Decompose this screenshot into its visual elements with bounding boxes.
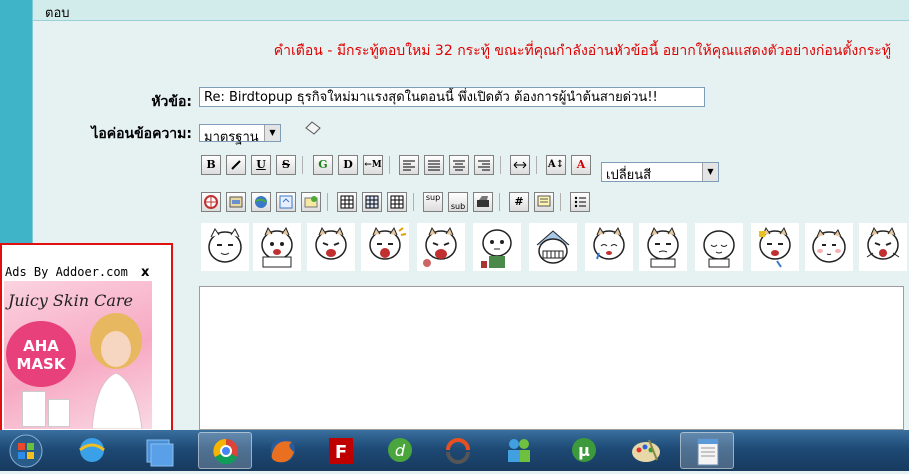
message-icon-select[interactable]: มาตรฐาน ▼ — [199, 124, 281, 145]
ad-product-jar — [48, 399, 70, 427]
smiley-icon[interactable] — [858, 222, 908, 272]
subscript-button[interactable]: sub — [448, 192, 468, 212]
svg-text:µ: µ — [578, 441, 590, 460]
smiley-icon[interactable] — [750, 222, 800, 272]
teletype-icon[interactable] — [473, 192, 493, 212]
svg-text:d: d — [395, 441, 406, 460]
smiley-icon[interactable] — [804, 222, 854, 272]
color-select-value: เปลี่ยนสี — [606, 168, 652, 183]
image-icon[interactable] — [226, 192, 246, 212]
windows-taskbar: F d µ — [0, 430, 909, 471]
align-center-icon[interactable] — [449, 155, 469, 175]
smiley-icon[interactable] — [528, 222, 578, 272]
quote-icon[interactable] — [534, 192, 554, 212]
code-button[interactable]: # — [509, 192, 529, 212]
align-justify-icon[interactable] — [424, 155, 444, 175]
new-replies-warning: คำเตือน - มีกระทู้ตอบใหม่ 32 กระทู้ ขณะท… — [273, 43, 891, 59]
svg-text:F: F — [335, 442, 347, 463]
hyperlink-icon[interactable] — [251, 192, 271, 212]
ad-banner-title: Juicy Skin Care — [8, 291, 133, 310]
ad-product-tube — [22, 391, 46, 427]
font-size-button[interactable]: A↕ — [546, 155, 566, 175]
flash-icon[interactable] — [201, 192, 221, 212]
strikethrough-button[interactable]: S — [276, 155, 296, 175]
internet-explorer-icon[interactable] — [65, 432, 119, 469]
italic-button[interactable] — [226, 155, 246, 175]
subject-label: หัวข้อ: — [151, 94, 192, 110]
ad-banner-product: AHA MASK — [16, 337, 66, 373]
windows-explorer-icon[interactable] — [131, 432, 185, 469]
ad-banner[interactable]: Juicy Skin Care AHA MASK — [4, 281, 152, 429]
filezilla-icon[interactable]: F — [314, 432, 368, 469]
align-left-icon[interactable] — [399, 155, 419, 175]
toolbar-separator — [413, 193, 414, 211]
firefox-icon[interactable] — [256, 432, 310, 469]
toolbar-separator — [536, 156, 537, 174]
smiley-icon[interactable] — [472, 222, 522, 272]
smiley-icon[interactable] — [306, 222, 356, 272]
table-column-icon[interactable] — [387, 192, 407, 212]
ad-close-button[interactable]: x — [141, 265, 149, 280]
smiley-icon[interactable] — [584, 222, 634, 272]
ad-popup[interactable]: Ads By Addoer.com x Juicy Skin Care AHA … — [0, 243, 173, 435]
ad-model-figure — [86, 311, 146, 429]
toolbar-separator — [327, 193, 328, 211]
align-right-icon[interactable] — [474, 155, 494, 175]
message-icon-label: ไอค่อนข้อความ: — [91, 126, 192, 142]
start-button-icon[interactable] — [8, 433, 44, 469]
toolbar-separator — [389, 156, 390, 174]
notepad-icon[interactable] — [680, 432, 734, 469]
toolbar-separator — [499, 193, 500, 211]
smiley-icon[interactable] — [252, 222, 302, 272]
smiley-icon[interactable] — [638, 222, 688, 272]
smiley-icon[interactable] — [416, 222, 466, 272]
toolbar-separator — [302, 156, 303, 174]
section-header: ตอบ — [33, 0, 909, 21]
underline-button[interactable]: U — [251, 155, 271, 175]
dreamweaver-icon[interactable]: d — [373, 432, 427, 469]
bold-button[interactable]: B — [201, 155, 221, 175]
utorrent-icon[interactable]: µ — [557, 432, 611, 469]
smiley-icon[interactable] — [694, 222, 744, 272]
paint-icon[interactable] — [619, 432, 673, 469]
message-icon-preview — [304, 120, 322, 135]
message-textarea[interactable] — [199, 286, 904, 430]
section-title: ตอบ — [45, 6, 70, 21]
superscript-button[interactable]: sup — [423, 192, 443, 212]
glow-button[interactable]: G — [313, 155, 333, 175]
smiley-icon[interactable] — [360, 222, 410, 272]
table-icon[interactable] — [337, 192, 357, 212]
list-icon[interactable] — [570, 192, 590, 212]
font-face-button[interactable]: A — [571, 155, 591, 175]
shadow-button[interactable]: D — [338, 155, 358, 175]
toolbar-separator — [500, 156, 501, 174]
subject-input[interactable]: Re: Birdtopup ธุรกิจใหม่มาแรงสุดในตอนนี้… — [199, 87, 705, 107]
message-icon-value: มาตรฐาน — [204, 130, 259, 145]
toolbar-separator — [560, 193, 561, 211]
chrome-icon[interactable] — [198, 432, 252, 469]
smiley-icon[interactable] — [200, 222, 250, 272]
color-select[interactable]: เปลี่ยนสี ▼ — [601, 162, 719, 183]
ftp-link-icon[interactable] — [276, 192, 296, 212]
table-row-icon[interactable] — [362, 192, 382, 212]
chevron-down-icon: ▼ — [702, 163, 718, 181]
move-button[interactable]: ←M — [363, 155, 383, 175]
sync-app-icon[interactable] — [431, 432, 485, 469]
ad-label: Ads By Addoer.com — [5, 265, 128, 279]
horizontal-rule-icon[interactable] — [510, 155, 530, 175]
messenger-icon[interactable] — [492, 432, 546, 469]
chevron-down-icon: ▼ — [264, 125, 280, 141]
email-link-icon[interactable] — [301, 192, 321, 212]
